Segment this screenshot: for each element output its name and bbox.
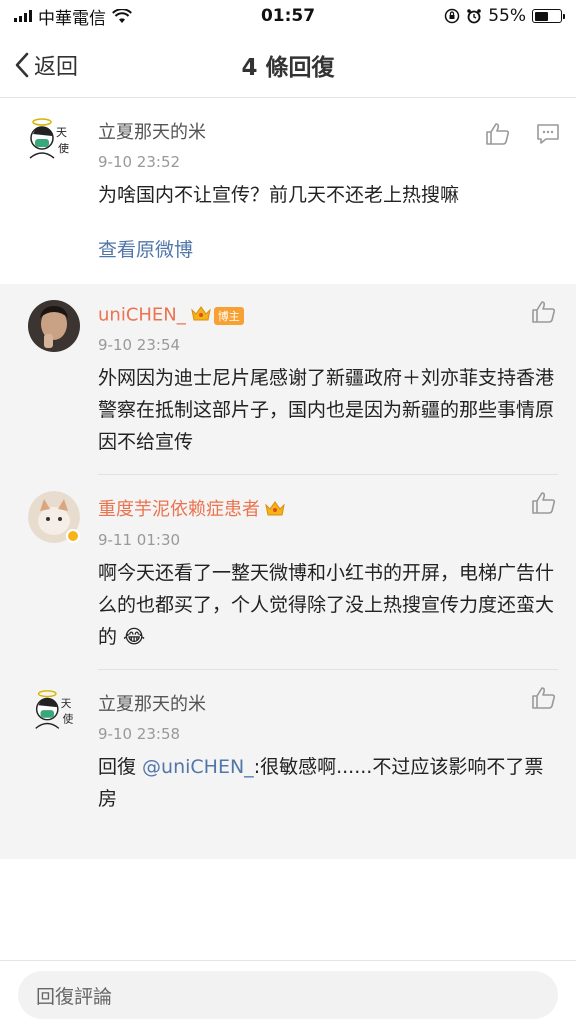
- svg-text:使: 使: [58, 142, 69, 155]
- svg-text:天: 天: [61, 698, 72, 710]
- comment-icon: [537, 124, 559, 144]
- replies-list: uniCHEN_ 博主 9-10 23:54 外网因为迪士尼片尾感谢了新疆政府＋刘…: [0, 284, 576, 859]
- angel-avatar-icon: 天 使: [22, 114, 76, 168]
- battery-percent: 55%: [488, 6, 526, 26]
- username[interactable]: 重度芋泥依赖症患者: [98, 499, 260, 520]
- avatar[interactable]: [28, 491, 80, 543]
- person-avatar-icon: [28, 300, 80, 352]
- timestamp: 9-10 23:52: [98, 153, 181, 171]
- crown-icon: [264, 499, 286, 522]
- like-button[interactable]: [530, 684, 558, 712]
- wifi-icon: [112, 8, 132, 23]
- username[interactable]: 立夏那天的米: [98, 690, 558, 716]
- thumbs-up-icon: [532, 686, 556, 709]
- back-button[interactable]: 返回: [0, 49, 78, 81]
- reply-input[interactable]: 回復評論: [18, 971, 558, 1019]
- author-badge: 博主: [213, 306, 244, 325]
- timestamp: 9-11 01:30: [98, 530, 181, 549]
- orientation-lock-icon: [444, 8, 460, 24]
- thumbs-up-icon: [532, 301, 556, 323]
- angel-avatar-icon: 天 使: [28, 685, 80, 738]
- crown-icon: [190, 304, 212, 327]
- status-bar: 中華電信 01:57 55%: [0, 0, 576, 32]
- reply-text: 外网因为迪士尼片尾感谢了新疆政府＋刘亦菲支持香港警察在抵制这部片子，国内也是因为…: [98, 367, 555, 453]
- back-label: 返回: [34, 54, 79, 80]
- reply-item: uniCHEN_ 博主 9-10 23:54 外网因为迪士尼片尾感谢了新疆政府＋刘…: [0, 284, 558, 474]
- status-right: 55%: [444, 6, 565, 26]
- reply-button[interactable]: [534, 120, 562, 148]
- reply-content: 重度芋泥依赖症患者 9-11 01:30 啊今天还看了一整天微博和小红书的开屏，…: [98, 491, 558, 653]
- svg-text:使: 使: [63, 712, 74, 725]
- username-row: 重度芋泥依赖症患者: [98, 495, 558, 522]
- thumbs-up-icon: [486, 123, 510, 145]
- page-title: 4 條回復: [241, 54, 335, 81]
- avatar[interactable]: 天 使: [28, 685, 80, 738]
- username-row: uniCHEN_ 博主: [98, 304, 558, 327]
- reply-content: uniCHEN_ 博主 9-10 23:54 外网因为迪士尼片尾感谢了新疆政府＋刘…: [98, 300, 558, 458]
- reply-content: 立夏那天的米 9-10 23:58 回復 @uniCHEN_:很敏感啊.....…: [98, 686, 558, 815]
- battery-icon: [532, 9, 565, 23]
- mention-link[interactable]: @uniCHEN_: [142, 756, 254, 778]
- carrier-label: 中華電信: [38, 8, 106, 29]
- chevron-left-icon: [15, 52, 29, 77]
- alarm-icon: [467, 9, 482, 24]
- svg-text:天: 天: [56, 126, 67, 139]
- thumbs-up-icon: [532, 492, 556, 514]
- reply-text: 回復 @uniCHEN_:很敏感啊......不过应该影响不了票房: [98, 751, 558, 815]
- reply-item: 天 使 立夏那天的米 9-10 23:58 回復 @uniCHEN_:很敏感啊.…: [28, 668, 558, 831]
- signal-icon: [14, 10, 32, 22]
- timestamp: 9-10 23:58: [98, 724, 181, 743]
- verified-icon: [66, 529, 80, 543]
- bottom-bar: 回復評論: [0, 960, 576, 1024]
- username[interactable]: uniCHEN_: [98, 305, 186, 326]
- view-original-post-link[interactable]: 查看原微博: [98, 235, 558, 262]
- nav-bar: 返回 4 條回復: [0, 32, 576, 98]
- main-comment: 天 使 立夏那天的米 9-10 23:52 为啥国内不让宣传？前几天不还老上热搜…: [0, 98, 576, 276]
- like-button[interactable]: [530, 489, 558, 517]
- timestamp: 9-10 23:54: [98, 336, 181, 354]
- reply-prefix: 回復: [98, 755, 143, 778]
- like-button[interactable]: [530, 298, 558, 326]
- reply-text: 啊今天还看了一整天微博和小红书的开屏，电梯广告什么的也都买了，个人觉得除了没上热…: [98, 561, 555, 648]
- like-button[interactable]: [484, 120, 512, 148]
- avatar[interactable]: [28, 300, 80, 352]
- comment-text: 为啥国内不让宣传？前几天不还老上热搜嘛: [98, 184, 460, 206]
- battery-fill: [534, 11, 549, 21]
- comment-actions: [484, 120, 562, 148]
- avatar[interactable]: 天 使: [22, 114, 76, 168]
- status-left: 中華電信: [14, 4, 132, 29]
- reply-item: 重度芋泥依赖症患者 9-11 01:30 啊今天还看了一整天微博和小红书的开屏，…: [28, 474, 558, 669]
